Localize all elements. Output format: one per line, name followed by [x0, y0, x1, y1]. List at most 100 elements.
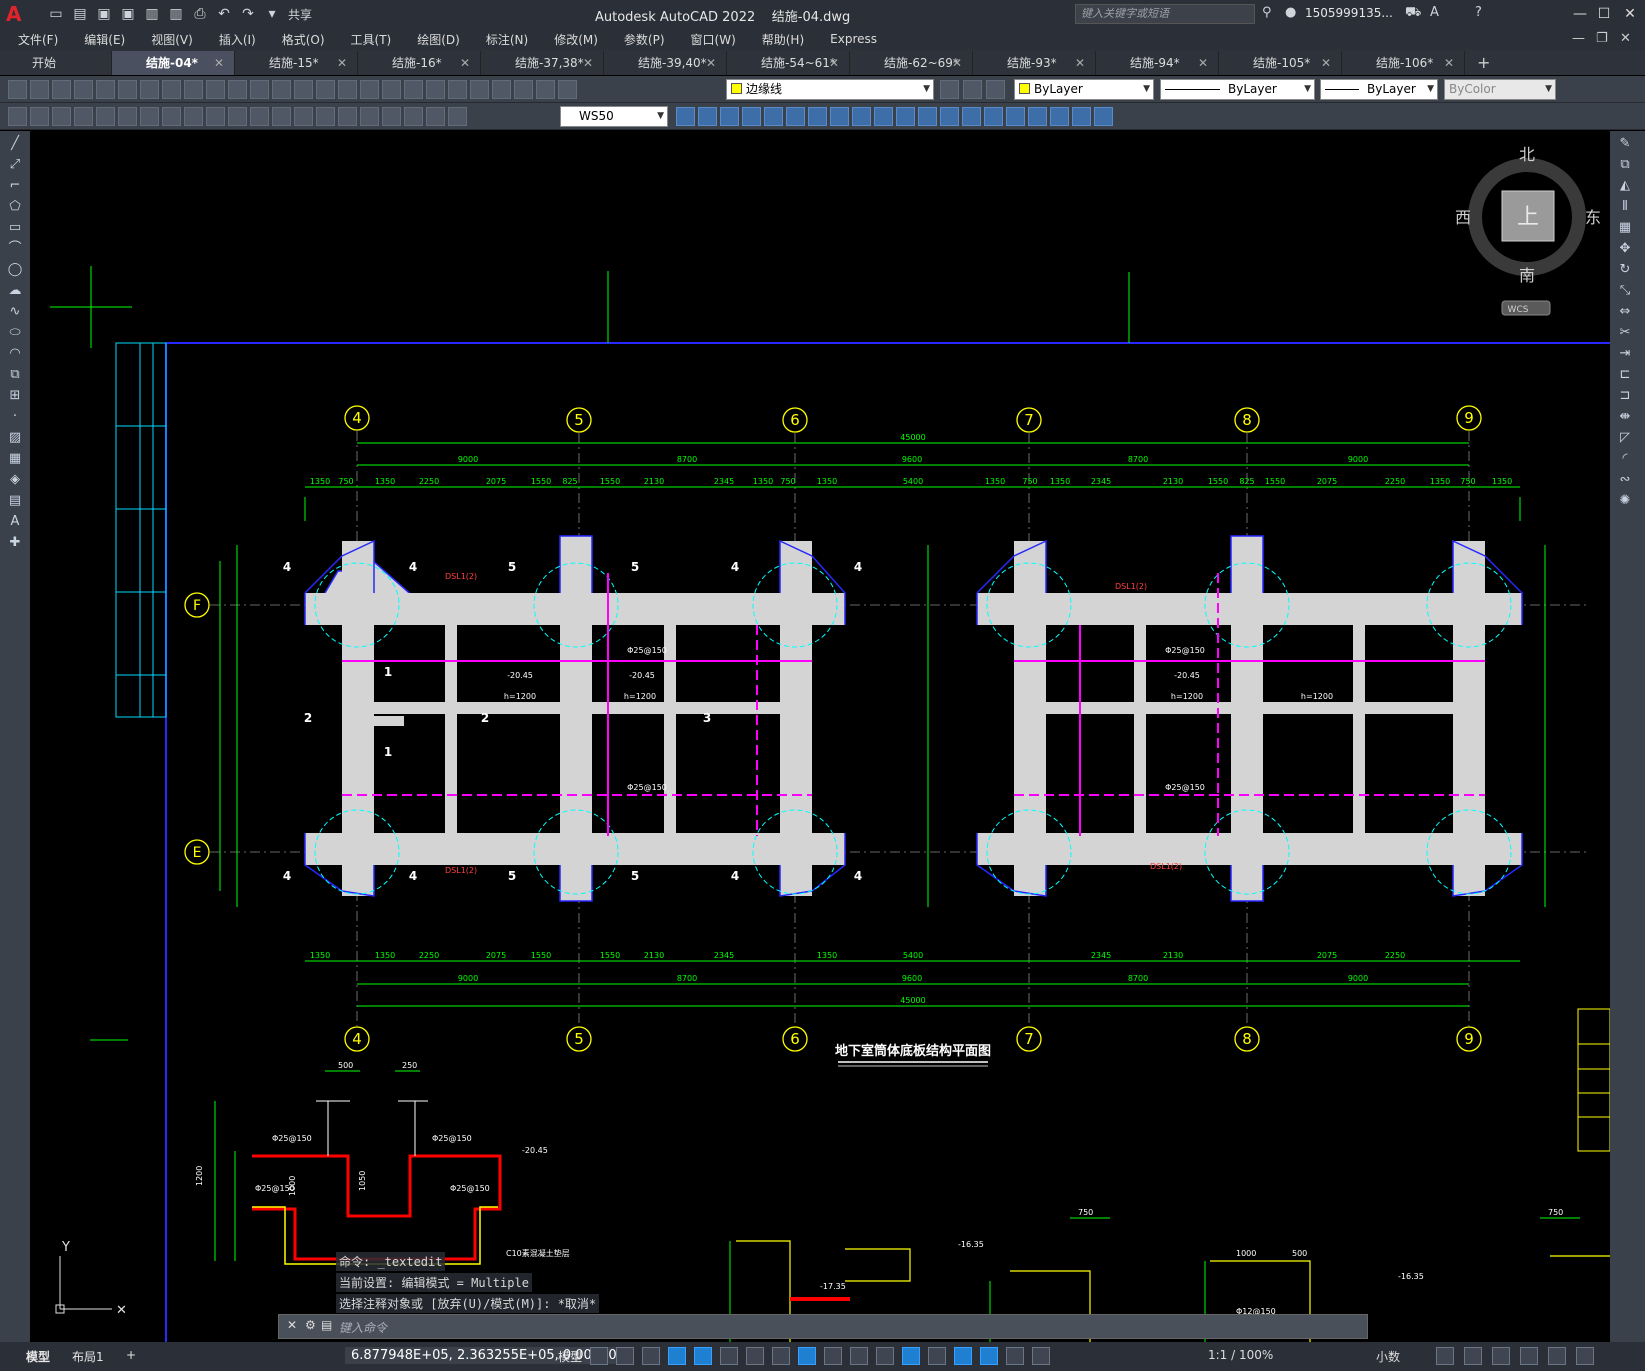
search-icon[interactable]: ⚲ — [1262, 5, 1272, 20]
menu-dimension[interactable]: 标注(N) — [486, 31, 542, 48]
menu-insert[interactable]: 插入(I) — [219, 31, 270, 48]
copy-icon[interactable] — [184, 80, 203, 99]
fillet-icon[interactable]: ◜ — [1616, 451, 1634, 467]
layout-tab-layout1[interactable]: 布局1 — [72, 1348, 104, 1365]
help-icon[interactable]: ? — [1475, 5, 1482, 20]
bulb-icon[interactable] — [558, 80, 577, 99]
selection-cycle-icon[interactable] — [876, 1347, 894, 1365]
tab-document[interactable]: 结施-94* ✕ — [1096, 51, 1219, 75]
menu-view[interactable]: 视图(V) — [151, 31, 207, 48]
continue-icon[interactable] — [250, 107, 269, 126]
polar-icon[interactable] — [720, 1347, 738, 1365]
quick-properties-icon[interactable] — [1436, 1347, 1454, 1365]
dim-edit-icon[interactable] — [404, 107, 423, 126]
doc-close-icon[interactable]: ✕ — [1620, 31, 1631, 46]
ordinate-icon[interactable] — [96, 107, 115, 126]
tolerance-icon[interactable] — [316, 107, 335, 126]
polyline-icon[interactable]: ⌐ — [6, 178, 24, 194]
infer-icon[interactable] — [642, 1347, 660, 1365]
menu-edit[interactable]: 编辑(E) — [84, 31, 139, 48]
auto-scale-icon[interactable] — [1032, 1347, 1050, 1365]
menu-window[interactable]: 窗口(W) — [691, 31, 750, 48]
tab-close-icon[interactable]: ✕ — [583, 51, 593, 75]
redo-icon[interactable] — [272, 80, 291, 99]
trim-icon[interactable]: ✂ — [1616, 325, 1634, 341]
tab-document[interactable]: 结施-106* ✕ — [1342, 51, 1465, 75]
ucs-icon[interactable] — [676, 107, 695, 126]
offset-icon[interactable]: ⫴ — [1616, 199, 1634, 215]
inspect-icon[interactable] — [360, 107, 379, 126]
extrude-icon[interactable] — [1094, 107, 1113, 126]
ucs-3point-icon[interactable] — [852, 107, 871, 126]
tab-close-icon[interactable]: ✕ — [829, 51, 839, 75]
zoom-window-icon[interactable] — [338, 80, 357, 99]
quick-dim-icon[interactable] — [206, 107, 225, 126]
redo-icon[interactable]: ↷ — [238, 4, 258, 24]
close-icon[interactable]: ✕ — [1618, 3, 1642, 25]
units-display[interactable]: 小数 — [1376, 1348, 1400, 1365]
transparency-icon[interactable] — [850, 1347, 868, 1365]
layer-properties-icon[interactable] — [514, 80, 533, 99]
save-icon[interactable]: ▣ — [94, 4, 114, 24]
break-icon[interactable] — [294, 107, 313, 126]
center-mark-icon[interactable] — [338, 107, 357, 126]
layer-match-icon[interactable] — [986, 80, 1005, 99]
tab-close-icon[interactable]: ✕ — [706, 51, 716, 75]
spline-icon[interactable]: ∿ — [6, 304, 24, 320]
space-icon[interactable] — [272, 107, 291, 126]
table-icon[interactable]: ▤ — [6, 493, 24, 509]
tab-close-icon[interactable]: ✕ — [460, 51, 470, 75]
make-current-icon[interactable] — [940, 80, 959, 99]
annotation-scale[interactable]: 1:1 / 100% — [1208, 1348, 1273, 1362]
menu-draw[interactable]: 绘图(D) — [417, 31, 474, 48]
layout-tab-model[interactable]: 模型 — [26, 1348, 50, 1365]
viewcube[interactable]: 上 北 南 西 东 WCS — [1455, 145, 1601, 316]
maximize-icon[interactable]: ☐ — [1592, 3, 1616, 25]
blend-icon[interactable]: ∾ — [1616, 472, 1634, 488]
dim-update-icon[interactable] — [448, 107, 467, 126]
construction-line-icon[interactable]: ⤢ — [6, 157, 24, 173]
tab-document[interactable]: 结施-54~61* ✕ — [727, 51, 850, 75]
lineweight-icon[interactable] — [824, 1347, 842, 1365]
solid-cyl-icon[interactable] — [1050, 107, 1069, 126]
menu-tools[interactable]: 工具(T) — [351, 31, 406, 48]
menu-express[interactable]: Express — [830, 32, 891, 46]
ellipse-icon[interactable]: ⬭ — [6, 325, 24, 341]
menu-parametric[interactable]: 参数(P) — [624, 31, 679, 48]
ortho-icon[interactable] — [694, 1347, 712, 1365]
plot-icon[interactable] — [74, 80, 93, 99]
viewcube-south[interactable]: 南 — [1519, 266, 1535, 285]
tab-document[interactable]: 结施-62~69* ✕ — [850, 51, 973, 75]
ellipse-arc-icon[interactable]: ◠ — [6, 346, 24, 362]
layer-state-icon[interactable] — [536, 80, 555, 99]
jogged-linear-icon[interactable] — [382, 107, 401, 126]
save-icon[interactable] — [52, 80, 71, 99]
tab-start[interactable]: 开始 — [0, 51, 112, 75]
model-space-button[interactable]: 模型 — [558, 1348, 582, 1365]
arc-length-icon[interactable] — [74, 107, 93, 126]
lock-ui-icon[interactable] — [1464, 1347, 1482, 1365]
viewcube-north[interactable]: 北 — [1519, 145, 1535, 164]
annotation-visibility-icon[interactable] — [1006, 1347, 1024, 1365]
chamfer-icon[interactable]: ◸ — [1616, 430, 1634, 446]
break-icon[interactable]: ⊐ — [1616, 388, 1634, 404]
tab-close-icon[interactable]: ✕ — [1198, 51, 1208, 75]
ucs-face-icon[interactable] — [742, 107, 761, 126]
layer-dropdown[interactable]: 边缘线 ▼ — [726, 79, 934, 100]
viewcube-west[interactable]: 西 — [1455, 208, 1471, 227]
cut-icon[interactable] — [162, 80, 181, 99]
web-icon[interactable] — [140, 80, 159, 99]
dynamic-ucs-icon[interactable] — [928, 1347, 946, 1365]
gizmo-icon[interactable] — [980, 1347, 998, 1365]
user-account[interactable]: 1505999135... — [1305, 6, 1393, 20]
add-selected-icon[interactable]: ✚ — [6, 535, 24, 551]
ucs-apply-icon[interactable] — [940, 107, 959, 126]
stretch-icon[interactable]: ⇔ — [1616, 304, 1634, 320]
explode-icon[interactable]: ✺ — [1616, 493, 1634, 509]
doc-restore-icon[interactable]: ❐ — [1596, 31, 1608, 46]
command-close-icon[interactable]: ✕ — [287, 1318, 297, 1332]
selection-filter-icon[interactable] — [954, 1347, 972, 1365]
arc-icon[interactable]: ⌒ — [6, 241, 24, 257]
minimize-icon[interactable]: — — [1568, 3, 1592, 25]
ucs-object-icon[interactable] — [764, 107, 783, 126]
